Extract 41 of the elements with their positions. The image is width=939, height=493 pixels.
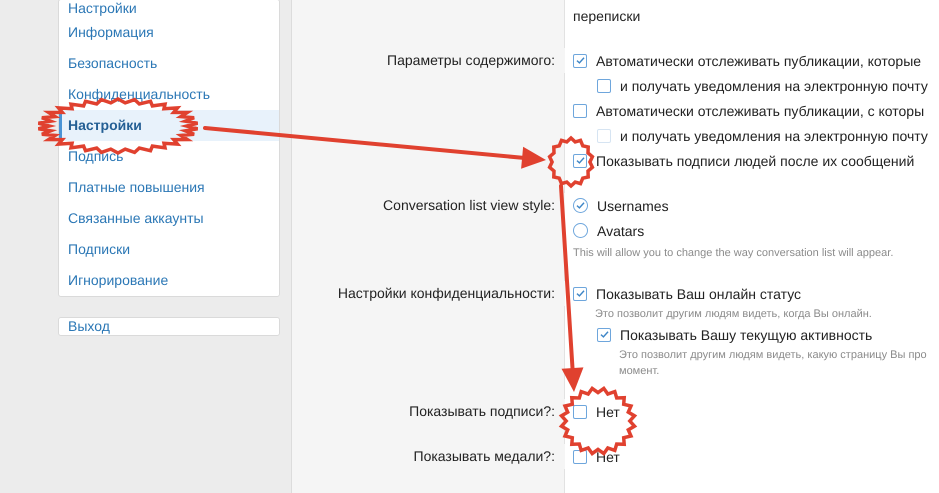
checkbox[interactable] <box>597 78 611 92</box>
sidebar-item[interactable]: Подпись <box>59 141 279 172</box>
checkbox-label: Автоматически отслеживать публикации, которые <box>596 52 922 68</box>
sidebar-item[interactable]: Настройки <box>59 0 279 17</box>
checkbox-label: Показывать Ваш онлайн статус <box>596 286 802 302</box>
radio-label: Usernames <box>597 198 669 214</box>
sidebar-item[interactable]: Платные повышения <box>59 172 279 203</box>
checkbox-label: Автоматически отслеживать публикации, с которы <box>596 102 924 118</box>
sidebar-item[interactable]: Безопасность <box>59 48 279 79</box>
checkbox-label: и получать уведомления на электронную почту <box>620 78 928 94</box>
starburst-callout <box>547 136 595 188</box>
sidebar-item[interactable]: Конфиденциальность <box>59 79 279 110</box>
checkbox-label: Нет <box>596 404 620 420</box>
checkbox[interactable] <box>573 104 587 118</box>
sidebar-item[interactable]: Игнорирование <box>59 265 279 296</box>
check-icon <box>575 200 586 211</box>
check-icon <box>574 288 586 299</box>
sidebar-item[interactable]: Связанные аккаунты <box>59 203 279 234</box>
setting-hint: This will allow you to change the way conversation list will appear. <box>573 246 894 261</box>
radio-button[interactable] <box>573 223 588 238</box>
check-icon <box>598 329 610 340</box>
logout-link[interactable]: Выход <box>59 318 279 335</box>
radio-label: Avatars <box>597 222 644 238</box>
checkbox[interactable] <box>573 54 587 68</box>
option-hint: момент. <box>618 364 660 379</box>
sidebar-item[interactable]: Подписки <box>59 234 279 265</box>
check-icon <box>574 155 586 166</box>
option-text: переписки <box>573 8 640 24</box>
checkbox[interactable] <box>573 286 587 300</box>
radio-button[interactable] <box>573 198 588 213</box>
sidebar-item[interactable]: Информация <box>59 17 279 48</box>
check-icon <box>574 55 586 66</box>
checkbox[interactable] <box>573 450 587 464</box>
checkbox[interactable] <box>573 154 587 168</box>
option-hint: Это позволит другим людям видеть, какую страницу Вы про <box>618 348 928 363</box>
checkbox-label: Показывать Вашу текущую активность <box>620 326 872 342</box>
checkbox[interactable] <box>597 328 611 342</box>
option-hint: Это позволит другим людям видеть, когда Вы онлайн. <box>594 307 873 322</box>
checkbox-label: Показывать подписи людей после их сообщений <box>596 152 914 168</box>
checkbox[interactable] <box>573 404 587 418</box>
checkbox-label: и получать уведомления на электронную почту <box>620 128 928 144</box>
